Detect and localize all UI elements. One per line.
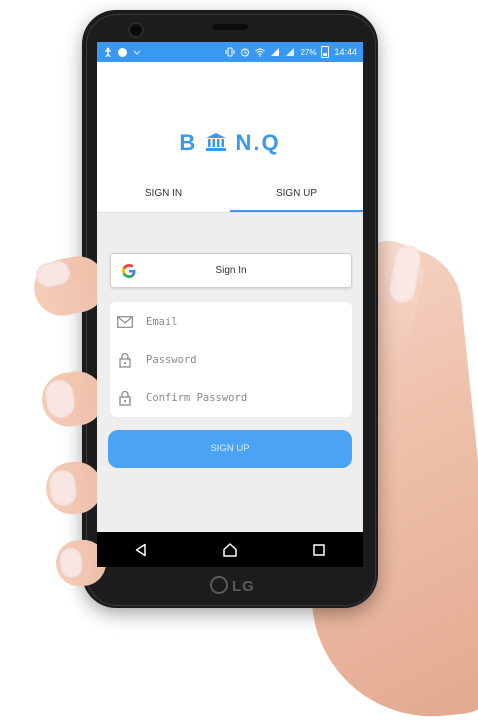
android-nav-bar	[97, 532, 363, 567]
battery-icon	[321, 46, 330, 58]
status-bar: 27% 14:44	[97, 42, 363, 62]
app-logo-left: B	[179, 130, 198, 155]
tab-sign-up[interactable]: SIGN UP	[230, 182, 363, 212]
confirm-password-field	[116, 384, 346, 412]
google-sign-in-button[interactable]: Sign In	[110, 253, 352, 288]
back-button[interactable]	[129, 538, 153, 562]
accessibility-icon	[105, 47, 111, 57]
lg-logo: LG	[210, 576, 255, 595]
google-logo-icon	[122, 263, 136, 278]
email-input[interactable]	[144, 315, 338, 329]
lock-icon	[116, 389, 134, 407]
clock: 14:44	[334, 47, 357, 57]
password-field	[116, 346, 346, 374]
tab-sign-in[interactable]: SIGN IN	[97, 182, 230, 212]
password-input[interactable]	[144, 353, 338, 367]
mail-icon	[116, 313, 134, 331]
signal-icon	[271, 48, 280, 56]
battery-percent: 27%	[300, 47, 317, 57]
speaker-grille	[212, 24, 248, 30]
chevron-down-icon	[133, 50, 141, 55]
recents-button[interactable]	[307, 538, 331, 562]
vibrate-icon	[225, 47, 235, 57]
bank-icon	[206, 133, 227, 151]
app-logo-right: N.Q	[235, 130, 281, 155]
signal-2-icon	[286, 48, 295, 56]
wifi-icon	[255, 48, 266, 57]
home-icon	[223, 542, 237, 557]
lg-logo-text: LG	[232, 578, 255, 595]
signup-form-card	[110, 302, 352, 417]
back-icon	[136, 543, 147, 556]
app-logo: B N.Q	[97, 130, 363, 156]
alarm-icon	[241, 48, 250, 57]
phone-screen: 27% 14:44 B N.Q SIGN IN SIGN UP Sign In	[97, 42, 363, 567]
notification-dot-icon	[118, 47, 127, 57]
camera-icon	[128, 22, 144, 38]
google-sign-in-label: Sign In	[215, 265, 247, 276]
recents-icon	[312, 543, 325, 556]
auth-tabs: SIGN IN SIGN UP	[97, 182, 363, 212]
home-button[interactable]	[218, 538, 242, 562]
email-field	[116, 308, 346, 336]
sign-up-button[interactable]: SIGN UP	[108, 430, 352, 468]
confirm-password-input[interactable]	[144, 391, 338, 405]
lock-icon	[116, 351, 134, 369]
finger-nail-4	[58, 547, 84, 579]
